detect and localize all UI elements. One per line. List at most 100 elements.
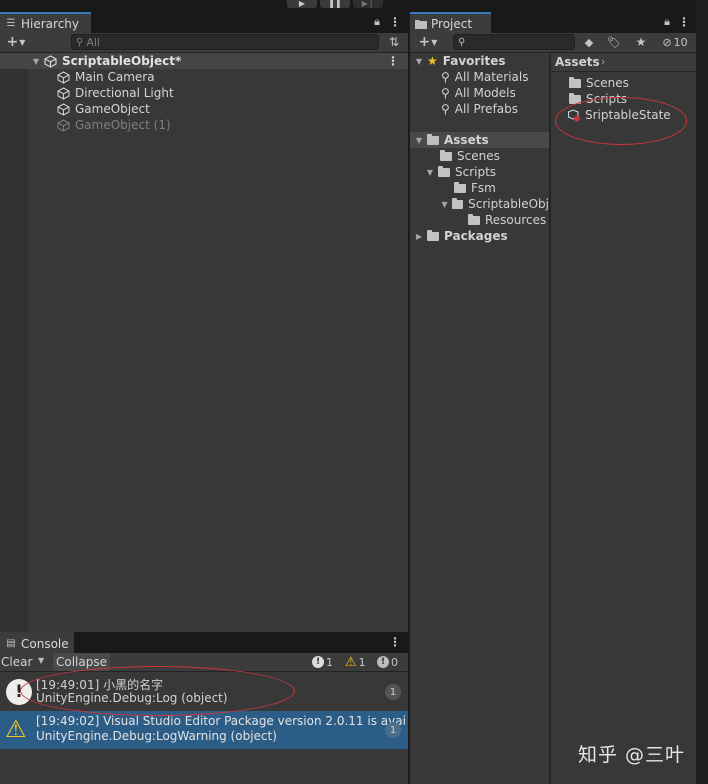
warning-count-badge: 1: [385, 722, 401, 738]
favorites-item[interactable]: ⚲ All Materials: [441, 69, 529, 85]
vertical-splitter[interactable]: [408, 12, 410, 784]
tree-scenes[interactable]: Scenes: [440, 148, 500, 164]
project-chevron-icon: ▼: [431, 37, 438, 47]
info-filter-toggle[interactable]: ! 0: [377, 654, 398, 670]
hierarchy-search-input[interactable]: ⚲ All: [71, 34, 379, 50]
main-toolbar: ▶ ❚❚ ▶❘: [0, 0, 708, 12]
scene-row[interactable]: ▼ ScriptableObject* ⋮: [0, 53, 408, 69]
step-button[interactable]: ▶❘: [353, 0, 383, 8]
play-button[interactable]: ▶: [287, 0, 317, 8]
scene-menu-icon[interactable]: ⋮: [387, 54, 399, 68]
search-icon: ⚲: [441, 102, 450, 116]
warning-line1: [19:49:02] Visual Studio Editor Package …: [36, 714, 406, 728]
hierarchy-item[interactable]: GameObject (1): [0, 117, 408, 133]
gameobject-icon: [57, 102, 70, 116]
hierarchy-subbar: + ▼ ⚲ All ⇅: [0, 33, 408, 53]
warning-triangle-icon: ⚠: [5, 715, 27, 743]
tab-console[interactable]: ▤ Console: [0, 632, 74, 653]
star-icon: ★: [427, 54, 438, 68]
assets-breadcrumb-bar: Assets ›: [551, 54, 696, 72]
warning-count: 1: [358, 655, 366, 669]
folder-icon: [569, 76, 581, 88]
search-icon: ⚲: [441, 86, 450, 100]
scriptableobj-arrow-icon: ▼: [441, 199, 448, 209]
project-splitter[interactable]: [549, 54, 551, 784]
breadcrumb-chevron-icon: ›: [601, 55, 606, 68]
hierarchy-item-label: GameObject: [75, 102, 150, 116]
gameobject-icon: [57, 118, 70, 132]
tree-scenes-label: Scenes: [457, 149, 500, 163]
tree-fsm[interactable]: Fsm: [454, 180, 496, 196]
scene-name: ScriptableObject*: [62, 54, 182, 68]
step-icon: ▶❘: [361, 0, 375, 8]
packages-arrow-icon: ▶: [415, 231, 423, 241]
tree-scriptableobj-label: ScriptableObj: [468, 197, 549, 211]
annotation-ellipse-asset: [555, 97, 687, 145]
assets-folder-icon: [427, 133, 439, 145]
console-empty-area: [0, 749, 408, 784]
assets-tree-row[interactable]: ▼ Assets: [410, 132, 549, 148]
project-lock-icon[interactable]: 🔒︎: [661, 15, 673, 29]
warning-icon: ⚠: [345, 654, 357, 670]
error-icon: !: [312, 656, 324, 668]
folder-tab-icon: [415, 18, 427, 30]
tree-resources-label: Resources: [485, 213, 547, 227]
clear-options-chevron-icon[interactable]: ▼: [38, 656, 44, 665]
project-search-input[interactable]: ⚲: [453, 34, 575, 50]
folder-icon: [427, 229, 439, 241]
asset-scenes[interactable]: Scenes: [569, 75, 629, 91]
hierarchy-item[interactable]: Directional Light: [0, 85, 408, 101]
favorite-star-icon[interactable]: ★: [634, 35, 648, 49]
project-kebab-icon[interactable]: ⋮: [678, 15, 690, 29]
tab-hierarchy[interactable]: ☰ Hierarchy: [0, 12, 91, 33]
hierarchy-item[interactable]: Main Camera: [0, 69, 408, 85]
plus-icon: +: [6, 34, 19, 50]
favorites-row[interactable]: ▼ ★ Favorites: [410, 53, 549, 69]
tab-project[interactable]: Project: [410, 12, 491, 33]
project-plus-icon: +: [418, 34, 431, 50]
tree-scriptableobj[interactable]: ▼ ScriptableObj: [440, 196, 549, 212]
folder-icon: [454, 181, 466, 193]
watermark: 知乎 @三叶: [578, 744, 686, 766]
console-warning-row[interactable]: ⚠ [19:49:02] Visual Studio Editor Packag…: [0, 711, 408, 749]
pause-icon: ❚❚: [328, 0, 342, 8]
info-icon: !: [377, 656, 389, 668]
project-tab-label: Project: [431, 16, 473, 31]
error-filter-toggle[interactable]: ! 1: [312, 654, 333, 670]
kebab-menu-icon[interactable]: ⋮: [389, 15, 401, 29]
tree-scripts-label: Scripts: [455, 165, 497, 179]
favorites-item[interactable]: ⚲ All Prefabs: [441, 101, 518, 117]
search-icon: ⚲: [441, 70, 450, 84]
hierarchy-item[interactable]: GameObject: [0, 101, 408, 117]
tree-scripts[interactable]: ▼ Scripts: [425, 164, 496, 180]
favorites-item[interactable]: ⚲ All Models: [441, 85, 516, 101]
assets-arrow-icon: ▼: [415, 135, 423, 145]
folder-icon: [468, 213, 480, 225]
search-icon: ⚲: [76, 36, 84, 48]
tree-resources[interactable]: Resources: [468, 212, 546, 228]
tree-packages[interactable]: ▶ Packages: [410, 228, 508, 244]
hierarchy-item-label: Directional Light: [75, 86, 174, 100]
hidden-packages-toggle[interactable]: ⊘ 10: [656, 35, 694, 49]
warning-filter-toggle[interactable]: ⚠ 1: [345, 654, 366, 670]
folder-icon: [438, 165, 450, 177]
filter-by-type-icon[interactable]: ◆: [582, 35, 596, 49]
console-tabbar: ▤ Console ⋮: [0, 632, 408, 653]
lock-icon[interactable]: 🔒︎: [371, 15, 383, 29]
console-icon: ▤: [6, 638, 16, 649]
sort-icon[interactable]: ⇅: [385, 34, 403, 50]
hierarchy-tab-label: Hierarchy: [21, 16, 80, 31]
annotation-ellipse-log: [20, 666, 295, 716]
log-count-badge: 1: [385, 684, 401, 700]
tree-packages-label: Packages: [444, 229, 508, 243]
hierarchy-item-label: Main Camera: [75, 70, 155, 84]
create-dropdown[interactable]: + ▼: [3, 34, 29, 50]
filter-by-label-icon[interactable]: 🏷︎: [607, 35, 621, 49]
pause-button[interactable]: ❚❚: [320, 0, 350, 8]
project-subbar: + ▼ ⚲ ◆ 🏷︎ ★ ⊘ 10: [410, 33, 696, 53]
project-create-dropdown[interactable]: + ▼: [415, 34, 441, 50]
console-kebab-icon[interactable]: ⋮: [389, 635, 401, 649]
favorites-item-label: All Prefabs: [454, 102, 519, 116]
breadcrumb-assets[interactable]: Assets: [555, 55, 600, 69]
clear-button[interactable]: Clear: [1, 655, 32, 669]
